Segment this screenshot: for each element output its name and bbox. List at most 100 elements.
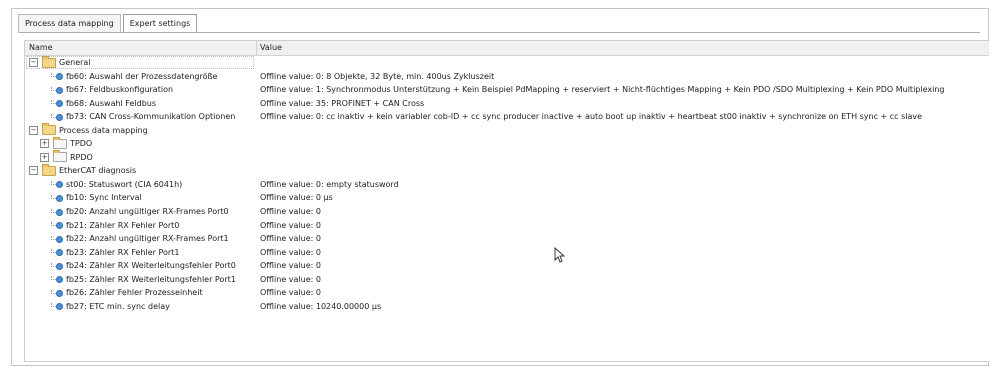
parameter-icon	[51, 302, 63, 311]
row-name-cell: fb26: Zähler Fehler Prozesseinheit	[51, 286, 203, 300]
row-value-cell: Offline value: 0: 8 Objekte, 32 Byte, mi…	[260, 71, 495, 81]
row-name-cell: fb27: ETC min. sync delay	[51, 300, 170, 314]
parameter-row[interactable]: fb25: Zähler RX Weiterleitungsfehler Por…	[25, 273, 989, 287]
parameter-row[interactable]: fb24: Zähler RX Weiterleitungsfehler Por…	[25, 259, 989, 273]
tree-group-row[interactable]: + TPDO	[25, 136, 989, 151]
row-label: RPDO	[70, 152, 93, 162]
row-label: fb20: Anzahl ungültiger RX-Frames Port0	[66, 207, 229, 217]
row-label: Process data mapping	[59, 125, 148, 135]
collapse-icon[interactable]: −	[29, 125, 38, 135]
row-name-cell: − Process data mapping	[29, 123, 148, 138]
row-name-cell: fb25: Zähler RX Weiterleitungsfehler Por…	[51, 273, 236, 287]
row-label: st00: Statuswort (CIA 6041h)	[66, 179, 183, 189]
row-value-cell: Offline value: 10240.00000 µs	[260, 301, 382, 311]
row-label: TPDO	[70, 139, 93, 149]
row-name-cell: fb24: Zähler RX Weiterleitungsfehler Por…	[51, 259, 236, 273]
parameter-row[interactable]: fb10: Sync Interval Offline value: 0 µs	[25, 191, 989, 205]
grid-header: Name Value	[25, 41, 989, 56]
row-label: fb67: Feldbuskonfiguration	[66, 85, 174, 95]
row-name-cell: fb21: Zähler RX Fehler Port0	[51, 219, 179, 233]
folder-icon	[42, 123, 56, 136]
parameter-icon	[51, 113, 63, 121]
row-name-cell: + TPDO	[40, 136, 93, 151]
tree-rows: − General fb60: Auswahl der Prozessdatengr…	[25, 55, 989, 314]
row-name-cell: fb22: Anzahl ungültiger RX-Frames Port1	[51, 232, 229, 246]
row-name-cell: fb23: Zähler RX Fehler Port1	[51, 246, 179, 260]
parameter-row[interactable]: fb60: Auswahl der Prozessdatengröße Offli…	[25, 70, 989, 84]
row-value-cell: Offline value: 0	[260, 274, 321, 284]
folder-icon	[53, 150, 67, 163]
tree-group-row[interactable]: − EtherCAT diagnosis	[25, 163, 989, 178]
row-label: fb24: Zähler RX Weiterleitungsfehler Por…	[66, 261, 236, 271]
row-name-cell: fb67: Feldbuskonfiguration	[51, 83, 173, 97]
row-value-cell: Offline value: 0	[260, 207, 321, 217]
parameter-icon	[51, 235, 63, 243]
tab-process-data-mapping[interactable]: Process data mapping	[18, 14, 121, 32]
collapse-icon[interactable]: −	[29, 166, 38, 176]
parameter-row[interactable]: fb20: Anzahl ungültiger RX-Frames Port0 O…	[25, 205, 989, 219]
parameter-icon	[51, 248, 63, 257]
folder-icon	[53, 136, 67, 149]
expand-icon[interactable]: +	[40, 139, 49, 149]
parameter-row[interactable]: fb68: Auswahl Feldbus Offline value: 35: …	[25, 97, 989, 111]
row-value-cell: Offline value: 0	[260, 234, 321, 244]
parameter-icon	[51, 289, 63, 297]
parameter-icon	[51, 180, 63, 189]
row-label: fb21: Zähler RX Fehler Port0	[66, 220, 180, 230]
tree-group-row[interactable]: + RPDO	[25, 150, 989, 165]
tree-group-row[interactable]: − General	[25, 55, 989, 70]
row-name-cell: − General	[29, 55, 91, 70]
row-name-cell: fb10: Sync Interval	[51, 191, 142, 205]
row-label: General	[59, 58, 91, 67]
row-value-cell: Offline value: 35: PROFINET + CAN Cross	[260, 98, 425, 108]
row-name-cell: − EtherCAT diagnosis	[29, 163, 136, 178]
row-label: fb73: CAN Cross-Kommunikation Optionen	[66, 112, 236, 122]
row-label: fb25: Zähler RX Weiterleitungsfehler Por…	[66, 274, 236, 284]
tab-expert-settings[interactable]: Expert settings	[122, 14, 198, 33]
column-header-name[interactable]: Name	[25, 41, 257, 55]
row-value-cell: Offline value: 0	[260, 220, 321, 230]
expand-icon[interactable]: +	[40, 152, 49, 162]
parameter-icon	[51, 221, 63, 230]
parameter-tree-grid: Name Value − General fb60: Auswahl der Pro…	[24, 40, 989, 362]
parameter-icon	[51, 99, 63, 108]
row-name-cell: fb68: Auswahl Feldbus	[51, 97, 156, 111]
row-value-cell: Offline value: 0	[260, 261, 321, 271]
mouse-pointer-icon	[554, 247, 566, 263]
parameter-icon	[51, 262, 63, 270]
row-label: fb10: Sync Interval	[66, 193, 142, 203]
parameter-row[interactable]: fb26: Zähler Fehler Prozesseinheit Offlin…	[25, 286, 989, 300]
row-name-cell: + RPDO	[40, 150, 93, 165]
parameter-row[interactable]: fb73: CAN Cross-Kommunikation Optionen Of…	[25, 110, 989, 124]
parameter-row[interactable]: fb23: Zähler RX Fehler Port1 Offline valu…	[25, 246, 989, 260]
row-label: fb26: Zähler Fehler Prozesseinheit	[66, 288, 203, 298]
parameter-row[interactable]: fb67: Feldbuskonfiguration Offline value:…	[25, 83, 989, 97]
tree-group-row[interactable]: − Process data mapping	[25, 123, 989, 138]
row-value-cell: Offline value: 1: Synchronmodus Unterstü…	[260, 85, 945, 95]
parameter-row[interactable]: fb22: Anzahl ungültiger RX-Frames Port1 O…	[25, 232, 989, 246]
row-label: fb60: Auswahl der Prozessdatengröße	[66, 71, 218, 81]
parameter-row[interactable]: st00: Statuswort (CIA 6041h) Offline valu…	[25, 178, 989, 192]
row-label: fb23: Zähler RX Fehler Port1	[66, 247, 180, 257]
row-name-cell: fb60: Auswahl der Prozessdatengröße	[51, 70, 217, 84]
row-value-cell: Offline value: 0: empty statusword	[260, 179, 399, 189]
parameter-icon	[51, 275, 63, 284]
tab-divider	[18, 32, 980, 33]
row-label: fb27: ETC min. sync delay	[66, 301, 170, 311]
row-value-cell: Offline value: 0	[260, 247, 321, 257]
row-value-cell: Offline value: 0: cc inaktiv + kein vari…	[260, 112, 923, 122]
row-label: fb22: Anzahl ungültiger RX-Frames Port1	[66, 234, 229, 244]
collapse-icon[interactable]: −	[29, 58, 38, 67]
row-name-cell: st00: Statuswort (CIA 6041h)	[51, 178, 182, 192]
folder-icon	[42, 55, 56, 68]
column-header-value[interactable]: Value	[256, 41, 980, 55]
parameter-row[interactable]: fb27: ETC min. sync delay Offline value: …	[25, 300, 989, 314]
row-value-cell: Offline value: 0 µs	[260, 193, 333, 203]
row-value-cell: Offline value: 0	[260, 288, 321, 298]
row-name-cell: fb73: CAN Cross-Kommunikation Optionen	[51, 110, 235, 124]
parameter-icon	[51, 86, 63, 94]
row-name-cell: fb20: Anzahl ungültiger RX-Frames Port0	[51, 205, 229, 219]
parameter-icon	[51, 72, 63, 81]
parameter-icon	[51, 194, 63, 202]
parameter-row[interactable]: fb21: Zähler RX Fehler Port0 Offline valu…	[25, 219, 989, 233]
